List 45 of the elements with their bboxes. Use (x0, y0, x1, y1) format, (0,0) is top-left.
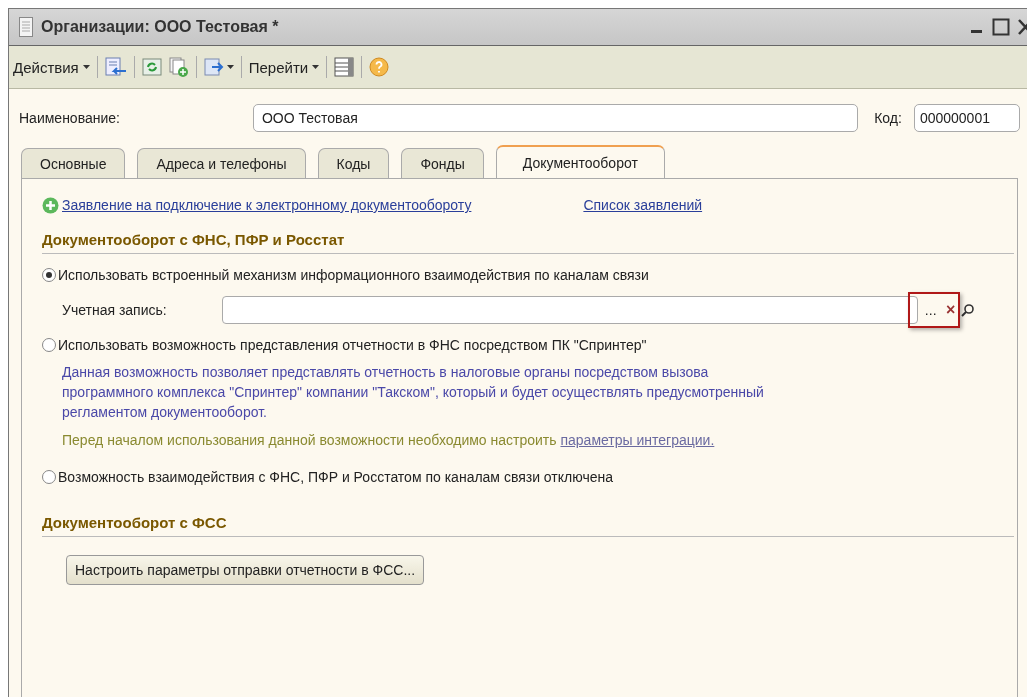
caret-icon (312, 65, 320, 69)
save-close-icon[interactable] (104, 57, 127, 77)
option-label: Использовать встроенный механизм информационного взаимодействия по каналам связи (58, 267, 649, 283)
caret-icon (82, 65, 90, 69)
add-icon[interactable] (42, 196, 59, 214)
section-title: Документооборот с ФСС (42, 490, 1014, 537)
help-icon[interactable] (369, 57, 390, 77)
select-button[interactable]: ... (917, 298, 944, 322)
search-icon[interactable] (960, 303, 975, 317)
actions-menu[interactable]: Действия (13, 58, 90, 76)
goto-menu[interactable]: Перейти (248, 58, 320, 76)
note-text: Перед началом использования данной возможности необходимо настроить (62, 432, 557, 448)
tab[interactable]: Адреса и телефоны (137, 148, 306, 178)
tab[interactable]: Документооборот (495, 145, 665, 178)
close-icon[interactable] (1018, 19, 1027, 35)
radio-button[interactable] (42, 338, 56, 352)
post-icon[interactable] (203, 58, 224, 76)
code-field[interactable]: 000000001 (913, 104, 1020, 132)
applications-list-link[interactable]: Список заявлений (583, 197, 703, 213)
radio-button[interactable] (42, 268, 56, 282)
window-title: Организации: ООО Тестовая * (41, 18, 279, 36)
copy-add-icon[interactable] (168, 57, 189, 77)
list-settings-icon[interactable] (334, 57, 355, 77)
option-label: Использовать возможность представления отчетности в ФНС посредством ПК "Спринтер" (58, 337, 647, 353)
name-field[interactable]: ООО Тестовая (252, 104, 859, 132)
clear-button[interactable]: × (943, 301, 958, 319)
account-field[interactable] (221, 296, 918, 324)
name-label: Наименование: (19, 110, 120, 126)
fss-settings-button[interactable]: Настроить параметры отправки отчетности в ФСС... (66, 555, 425, 585)
tab[interactable]: Основные (21, 148, 126, 178)
option-description: Данная возможность позволяет представлять отчетность в налоговые органы посредством вызова программного комплекса "Спринтер" компании "Такском", который и будет осуществлять предусмотренный регламентом документооборот. (62, 363, 765, 422)
refresh-icon[interactable] (141, 58, 162, 76)
new-application-link[interactable]: Заявление на подключение к электронному документообороту (62, 197, 472, 213)
caret-icon[interactable] (226, 65, 234, 69)
radio-button[interactable] (42, 470, 56, 484)
account-label: Учетная запись: (62, 302, 167, 318)
section-title: Документооборот с ФНС, ПФР и Росстат (42, 217, 1014, 254)
integration-settings-link[interactable]: параметры интеграции. (560, 432, 715, 448)
maximize-icon[interactable] (992, 18, 1010, 36)
tab[interactable]: Коды (317, 148, 390, 178)
document-icon (19, 17, 33, 37)
highlight-frame (908, 292, 960, 328)
code-label: Код: (874, 110, 902, 126)
option-label: Возможность взаимодействия с ФНС, ПФР и Росстатом по каналам связи отключена (58, 469, 613, 485)
tab[interactable]: Фонды (401, 148, 484, 178)
